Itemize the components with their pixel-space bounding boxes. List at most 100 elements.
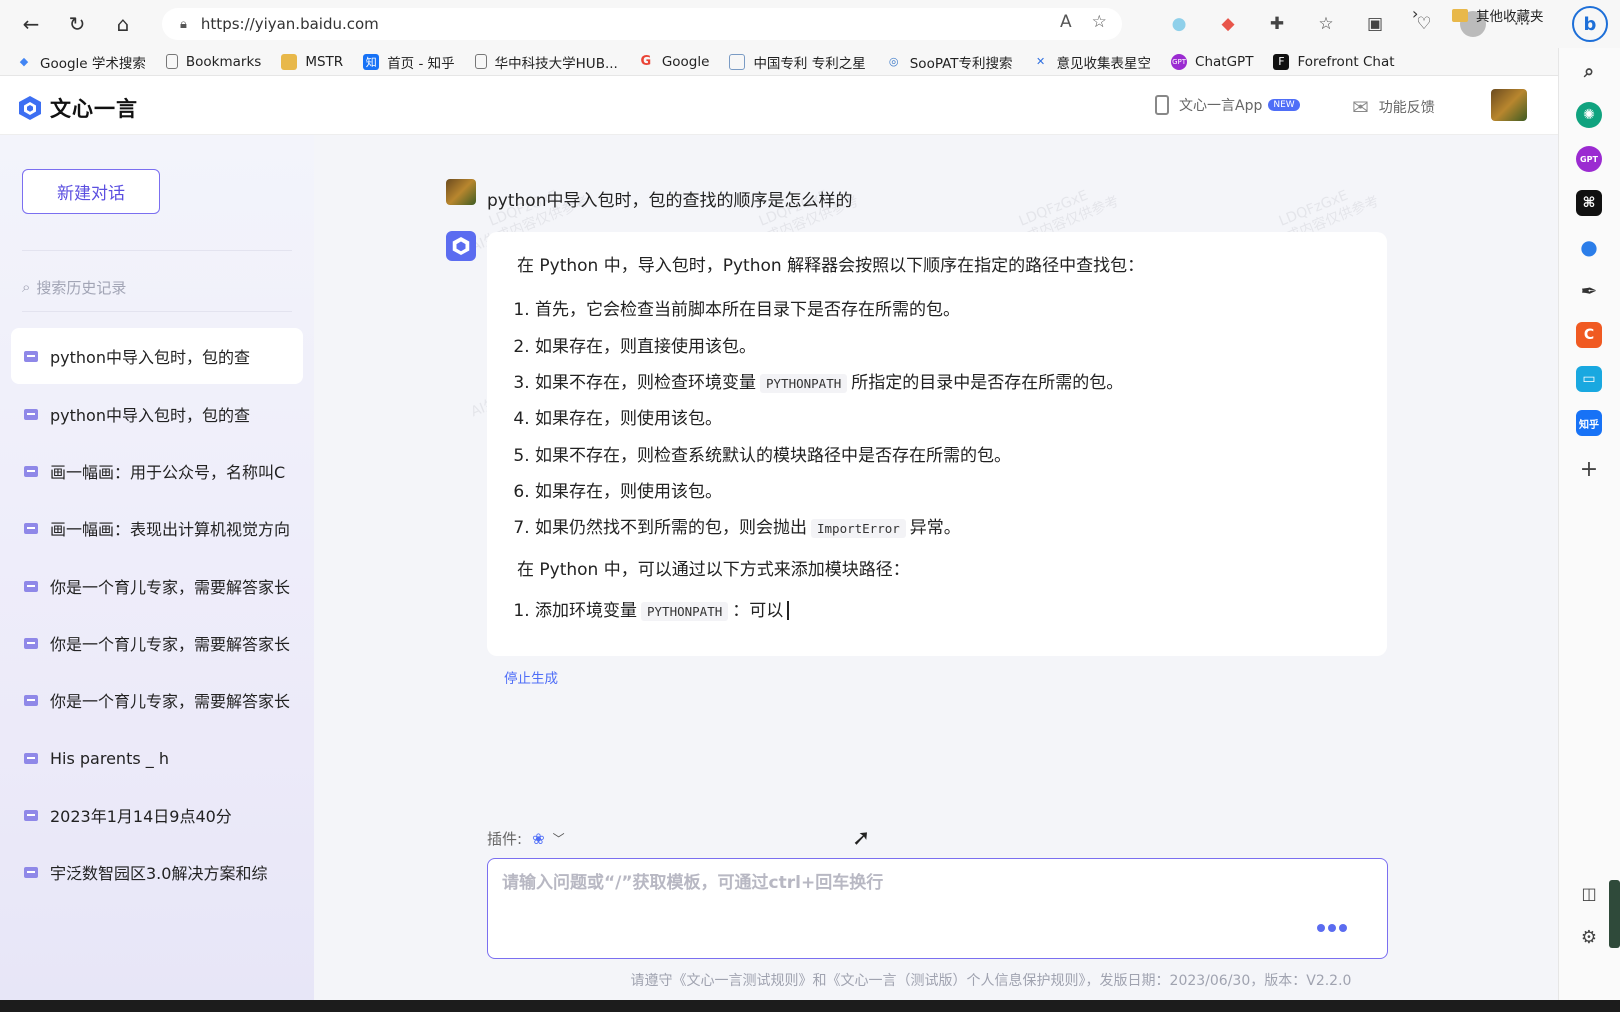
patent-icon — [729, 53, 746, 70]
split-screen-icon[interactable]: ◫ — [1576, 880, 1602, 906]
file-icon — [474, 54, 487, 69]
folder-icon — [281, 53, 298, 70]
bookmark-google-scholar[interactable]: ◆ Google 学术搜索 — [16, 52, 146, 72]
file-icon — [165, 54, 178, 69]
history-item[interactable]: python中导入包时，包的查 — [11, 328, 303, 384]
app-logo[interactable]: 文心一言 — [18, 93, 138, 123]
inline-code: ImportError — [811, 519, 906, 539]
mouse-pointer-icon: ➚ — [852, 826, 871, 851]
wenxin-logo-icon — [19, 96, 41, 120]
folder-icon — [1452, 8, 1468, 22]
history-item[interactable]: 画一幅画：用于公众号，名称叫C — [11, 443, 303, 499]
answer-intro: 在 Python 中，导入包时，Python 解释器会按照以下顺序在指定的路径中… — [517, 256, 1145, 276]
inline-code: PYTHONPATH — [641, 601, 729, 621]
user-question: python中导入包时，包的查找的顺序是怎么样的 — [487, 191, 853, 211]
favorite-star-icon[interactable]: ☆ — [1092, 12, 1107, 32]
bookmark-feedback-form[interactable]: ✕ 意见收集表星空 — [1033, 52, 1151, 72]
wenxin-logo-icon — [452, 237, 470, 255]
bookmark-chatgpt[interactable]: GPT ChatGPT — [1171, 53, 1253, 70]
plugin-selector[interactable]: 插件: ❀ ﹀ — [487, 828, 565, 849]
mail-icon: ✉ — [1352, 95, 1369, 119]
google-scholar-icon: ◆ — [19, 55, 29, 68]
bot-avatar — [446, 231, 476, 261]
zhihu-sidebar-icon[interactable]: 知乎 — [1576, 410, 1602, 436]
answer-step: 如果存在，则使用该包。 — [535, 482, 1357, 518]
history-item[interactable]: 画一幅画：表现出计算机视觉方向 — [11, 500, 303, 556]
home-icon[interactable]: ⌂ — [108, 9, 138, 39]
bookmark-zhihu[interactable]: 知首页 - 知乎 — [363, 52, 455, 72]
prompt-input[interactable] — [502, 873, 1302, 893]
back-icon[interactable]: ← — [16, 9, 46, 39]
history-sidebar: 新建对话 ⌕ 搜索历史记录 python中导入包时，包的查 python中导入包… — [0, 135, 314, 1000]
star-icon: ✕ — [1035, 55, 1046, 68]
send-loading-icon[interactable] — [1317, 924, 1347, 932]
new-badge: NEW — [1268, 99, 1300, 111]
chatgpt-sidebar-icon[interactable]: ✺ — [1576, 102, 1602, 128]
prompt-input-box[interactable] — [487, 858, 1388, 959]
history-item[interactable]: python中导入包时，包的查 — [11, 386, 303, 442]
inline-code: PYTHONPATH — [760, 373, 848, 393]
chat-icon — [24, 580, 38, 592]
history-item[interactable]: His parents _ h — [11, 730, 303, 786]
chat-icon — [24, 866, 38, 878]
stop-generation-button[interactable]: 停止生成 — [504, 667, 558, 687]
app-download-link[interactable]: 文心一言App NEW — [1155, 95, 1300, 115]
bookmark-bookmarks[interactable]: Bookmarks — [165, 54, 261, 70]
bookmark-soopat[interactable]: ◎ SooPAT专利搜索 — [886, 52, 1013, 72]
chat-area: LDQFzGxE AI生成内容仅供参考 LDQFzGxE AI生成内容仅供参考 LD… — [314, 135, 1558, 1000]
baidu-paw-icon: ❀ — [532, 829, 545, 848]
user-avatar — [446, 179, 476, 205]
chevron-right-icon[interactable]: › — [1412, 4, 1418, 23]
taskbar — [0, 1000, 1620, 1012]
app-sidebar-icon[interactable]: ⌘ — [1576, 190, 1602, 216]
history-item[interactable]: 2023年1月14日9点40分 — [11, 787, 303, 843]
drop-sidebar-icon[interactable]: ● — [1576, 234, 1602, 260]
collections-icon[interactable]: ▣ — [1361, 10, 1389, 38]
feedback-link[interactable]: ✉ 功能反馈 — [1352, 95, 1435, 119]
history-item[interactable]: 你是一个育儿专家，需要解答家长 — [11, 672, 303, 728]
bookmark-patent-star[interactable]: 中国专利 专利之星 — [729, 52, 866, 72]
settings-gear-icon[interactable]: ⚙ — [1576, 924, 1602, 950]
app-header: 文心一言 文心一言App NEW ✉ 功能反馈 — [0, 77, 1558, 135]
url-text: https://yiyan.baidu.com — [200, 15, 379, 33]
c-sidebar-icon[interactable]: C — [1576, 322, 1602, 348]
gpt-icon: GPT — [1171, 53, 1188, 70]
add-icon[interactable]: + — [1576, 456, 1602, 482]
bookmark-google[interactable]: G Google — [638, 54, 709, 70]
lock-icon: 🔒︎ — [180, 16, 187, 32]
refresh-icon[interactable]: ↻ — [62, 9, 92, 39]
chat-icon — [24, 408, 38, 420]
read-aloud-icon[interactable]: A — [1060, 12, 1072, 32]
bot-answer: 在 Python 中，导入包时，Python 解释器会按照以下顺序在指定的路径中… — [487, 232, 1387, 656]
history-item[interactable]: 你是一个育儿专家，需要解答家长 — [11, 615, 303, 671]
history-item[interactable]: 宇泛数智园区3.0解决方案和综 — [11, 844, 303, 900]
history-item[interactable]: 你是一个育儿专家，需要解答家长 — [11, 558, 303, 614]
bilibili-sidebar-icon[interactable]: ▭ — [1576, 366, 1602, 392]
bookmark-hust[interactable]: 华中科技大学HUB... — [474, 52, 618, 72]
answer-step: 首先，它会检查当前脚本所在目录下是否存在所需的包。 — [535, 300, 1357, 336]
zhihu-icon: 知 — [363, 53, 380, 70]
extension-circle-icon[interactable]: ● — [1165, 10, 1193, 38]
shield-extension-icon[interactable]: ◆ — [1214, 10, 1242, 38]
user-avatar[interactable] — [1491, 89, 1527, 121]
history-search[interactable]: ⌕ 搜索历史记录 — [22, 269, 292, 305]
address-bar[interactable]: 🔒︎ https://yiyan.baidu.com — [162, 8, 1122, 40]
search-icon[interactable]: ⌕ — [1576, 58, 1602, 84]
answer-step: 如果仍然找不到所需的包，则会抛出ImportError异常。 — [535, 518, 1357, 554]
chat-icon — [24, 694, 38, 706]
gpt-sidebar-icon[interactable]: GPT — [1576, 146, 1602, 172]
bookmark-forefront[interactable]: F Forefront Chat — [1273, 53, 1395, 70]
bing-copilot-icon[interactable]: b — [1572, 6, 1608, 42]
chevron-down-icon[interactable]: ﹀ — [553, 830, 565, 847]
answer-step: 如果存在，则使用该包。 — [535, 409, 1357, 445]
favorites-icon[interactable]: ☆ — [1312, 10, 1340, 38]
pen-sidebar-icon[interactable]: ✒ — [1576, 278, 1602, 304]
typing-cursor — [787, 601, 790, 621]
extensions-puzzle-icon[interactable]: ✚ — [1263, 10, 1291, 38]
chat-icon — [24, 465, 38, 477]
other-bookmarks[interactable]: 其他收藏夹 — [1452, 5, 1544, 25]
bookmark-mstr[interactable]: MSTR — [281, 53, 343, 70]
answer-sub-intro: 在 Python 中，可以通过以下方式来添加模块路径： — [517, 560, 910, 581]
new-chat-button[interactable]: 新建对话 — [22, 169, 160, 214]
answer-step: 如果存在，则直接使用该包。 — [535, 337, 1357, 373]
